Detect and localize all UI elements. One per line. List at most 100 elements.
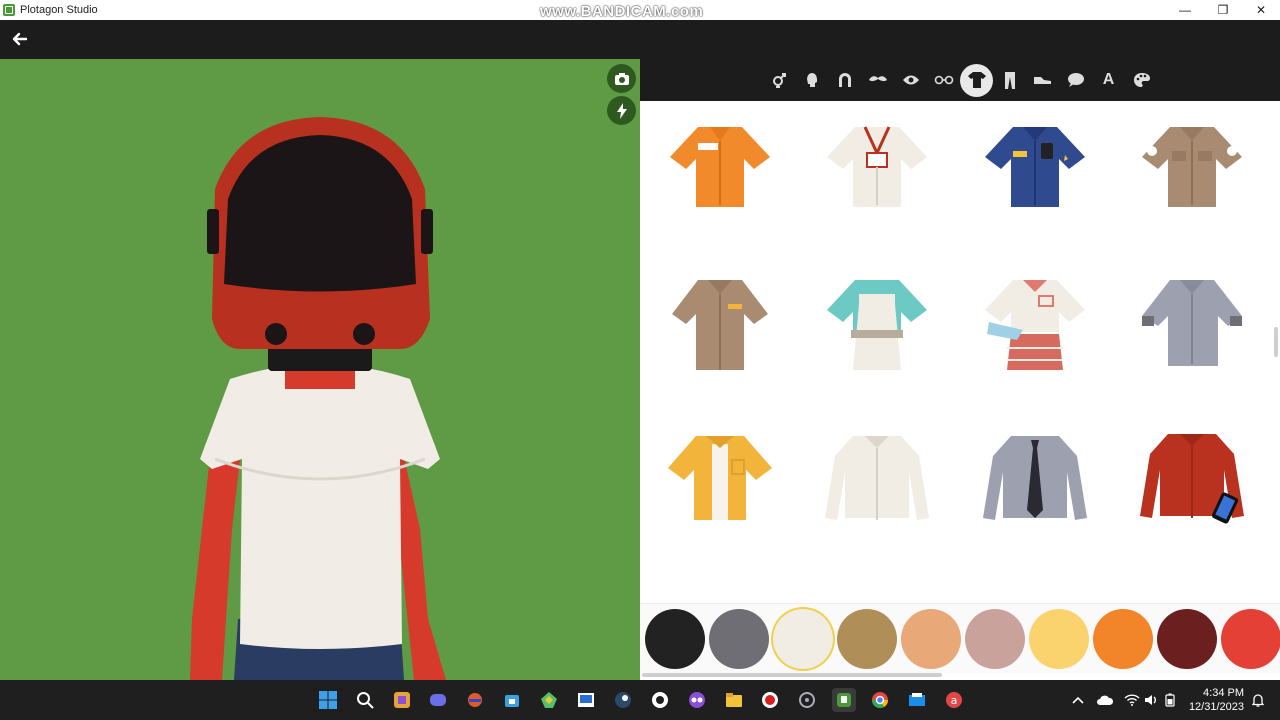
pants-icon	[1004, 72, 1015, 89]
clothing-item-grey-shirt-tie[interactable]	[975, 423, 1095, 533]
color-swatch[interactable]	[645, 609, 705, 669]
shirt-icon	[1142, 127, 1242, 207]
clothing-item-apron-shirt[interactable]	[817, 269, 937, 379]
color-swatch[interactable]	[837, 609, 897, 669]
category-speech[interactable]	[1059, 64, 1092, 97]
shirt-icon	[1142, 280, 1242, 366]
bandicam-watermark: www.BANDICAM.com	[540, 3, 704, 20]
category-glasses[interactable]	[927, 64, 960, 97]
category-facial-hair[interactable]	[861, 64, 894, 97]
vertical-scrollbar[interactable]	[1274, 327, 1278, 357]
character-viewport[interactable]	[0, 59, 640, 680]
close-button[interactable]: ✕	[1242, 0, 1280, 20]
shoe-icon	[1033, 77, 1051, 84]
battery-icon[interactable]	[1162, 692, 1178, 708]
steam-icon[interactable]	[611, 688, 635, 712]
shirt-icon	[1140, 434, 1244, 524]
search-icon[interactable]	[353, 688, 377, 712]
windows-start-icon[interactable]	[316, 688, 340, 712]
clothing-item-white-longsleeve[interactable]	[817, 423, 937, 533]
category-eyes[interactable]	[894, 64, 927, 97]
category-head[interactable]	[795, 64, 828, 97]
clothing-item-grey-shirt[interactable]	[1132, 269, 1252, 379]
windows-taskbar: a 4:34 PM 12/31/2023	[0, 680, 1280, 720]
clothing-item-white-lanyard-shirt[interactable]	[817, 111, 937, 221]
palette-icon	[1133, 73, 1150, 87]
gender-icon	[772, 73, 786, 88]
category-tops[interactable]	[960, 63, 993, 97]
whiteboard-icon[interactable]	[574, 688, 598, 712]
shirt-icon	[983, 436, 1087, 520]
wardrobe-panel: A	[640, 59, 1280, 680]
clock[interactable]: 4:34 PM 12/31/2023	[1189, 686, 1244, 714]
color-swatch[interactable]	[1093, 609, 1153, 669]
store-icon[interactable]	[500, 688, 524, 712]
color-swatch[interactable]	[965, 609, 1025, 669]
app-icon[interactable]: a	[942, 688, 966, 712]
category-text[interactable]: A	[1092, 64, 1125, 97]
lightning-icon	[616, 102, 627, 119]
app-icon[interactable]	[537, 688, 561, 712]
category-palette[interactable]	[1125, 64, 1158, 97]
app-header	[0, 20, 1280, 59]
app-icon[interactable]	[795, 688, 819, 712]
record-icon[interactable]	[758, 688, 782, 712]
app-icon[interactable]	[463, 688, 487, 712]
color-swatch[interactable]	[1157, 609, 1217, 669]
back-button[interactable]	[9, 28, 31, 50]
clothing-item-brown-shirt[interactable]	[660, 269, 780, 379]
horizontal-scrollbar[interactable]	[642, 673, 942, 677]
arrow-left-icon	[12, 32, 28, 46]
notes-icon[interactable]	[390, 688, 414, 712]
camera-button[interactable]	[607, 64, 636, 93]
animate-button[interactable]	[607, 96, 636, 125]
chevron-up-icon[interactable]	[1070, 692, 1086, 708]
shirt-icon	[827, 126, 927, 207]
plotagon-icon[interactable]	[832, 688, 856, 712]
mustache-icon	[868, 76, 887, 82]
wifi-icon[interactable]	[1124, 692, 1140, 708]
clothing-item-orange-shirt[interactable]	[660, 111, 780, 221]
eye-icon	[902, 75, 919, 85]
volume-icon[interactable]	[1143, 692, 1159, 708]
shirt-icon	[967, 72, 986, 88]
camera-icon	[614, 72, 629, 85]
onedrive-icon[interactable]	[1097, 692, 1113, 708]
clock-date: 12/31/2023	[1188, 701, 1244, 713]
plotagon-app-icon	[3, 4, 15, 16]
category-hair[interactable]	[828, 64, 861, 97]
clothing-item-police-shirt[interactable]	[975, 111, 1095, 221]
chrome-icon[interactable]	[868, 688, 892, 712]
category-shoes[interactable]	[1026, 64, 1059, 97]
color-swatch[interactable]	[1221, 609, 1280, 669]
shirt-icon	[825, 436, 929, 520]
category-gender[interactable]	[762, 64, 795, 97]
app-icon[interactable]	[685, 688, 709, 712]
minimize-button[interactable]: —	[1166, 0, 1204, 20]
glasses-icon	[934, 75, 953, 85]
discord-icon[interactable]	[426, 688, 450, 712]
text-icon: A	[1102, 71, 1115, 88]
color-swatches	[640, 603, 1280, 673]
clothing-item-yellow-shirt[interactable]	[660, 423, 780, 533]
color-swatch[interactable]	[709, 609, 769, 669]
color-swatch[interactable]	[773, 609, 833, 669]
shirt-icon	[985, 280, 1085, 370]
shirt-icon	[827, 280, 927, 370]
app-icon[interactable]	[905, 688, 929, 712]
maximize-button[interactable]: ❐	[1204, 0, 1242, 20]
clothing-grid	[640, 101, 1270, 601]
file-explorer-icon[interactable]	[722, 688, 746, 712]
clock-time: 4:34 PM	[1203, 687, 1244, 699]
window-title: Plotagon Studio	[20, 4, 98, 16]
character-avatar	[190, 117, 446, 680]
color-swatch[interactable]	[1029, 609, 1089, 669]
clothing-item-brown-uniform[interactable]	[1132, 111, 1252, 221]
clothing-item-red-shirt[interactable]	[1132, 423, 1252, 533]
color-swatch[interactable]	[901, 609, 961, 669]
category-bottoms[interactable]	[993, 64, 1026, 97]
notification-bell-icon[interactable]	[1250, 692, 1266, 708]
github-icon[interactable]	[648, 688, 672, 712]
clothing-item-waitress-uniform[interactable]	[975, 269, 1095, 379]
svg-text:a: a	[951, 694, 958, 707]
